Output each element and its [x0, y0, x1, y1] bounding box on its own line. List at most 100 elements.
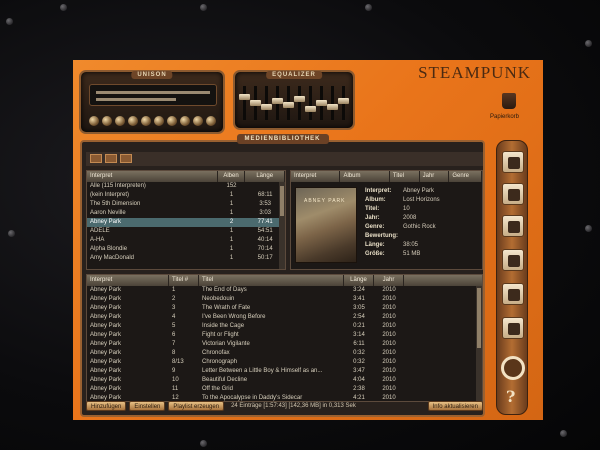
track-cell: Chronograph — [202, 359, 238, 365]
track-row[interactable]: Abney Park 4 I've Been Wrong Before 2:54 201… — [87, 313, 482, 322]
knob-icon[interactable] — [102, 116, 112, 126]
artist-cell: ADELE — [90, 228, 110, 234]
track-row[interactable]: Abney Park 8 Chronofax 0:32 2010 — [87, 349, 482, 358]
artist-row[interactable]: Amy MacDonald 1 50:17 — [87, 254, 285, 263]
detail-value: 38:05 — [403, 242, 419, 248]
album-details: Interpret: Abney Park Album: Lost Horizons T… — [365, 187, 480, 259]
knob-icon[interactable] — [89, 116, 99, 126]
eq-slider[interactable] — [272, 86, 283, 120]
detail-row: Größe: 51 MB — [365, 250, 480, 259]
view-grid-icon[interactable] — [105, 154, 117, 163]
track-row[interactable]: Abney Park 5 Inside the Cage 0:21 2010 — [87, 322, 482, 331]
column-header[interactable]: Interpret — [87, 275, 169, 286]
eq-slider[interactable] — [239, 86, 250, 120]
puzzle-icon[interactable] — [502, 283, 524, 305]
library-summary: 24 Einträge [1:57:43] [142,36 MB] in 0,3… — [231, 402, 356, 409]
track-cell: Abney Park — [90, 377, 122, 383]
photo-icon[interactable] — [502, 183, 524, 205]
app-window: STEAMPUNK UNISON EQUALIZER MEDIENBIBLIOT… — [73, 60, 543, 420]
track-row[interactable]: Abney Park 10 Beautiful Decline 4:04 2010 — [87, 376, 482, 385]
view-tree-icon[interactable] — [120, 154, 132, 163]
track-row[interactable]: Abney Park 8/13 Chronograph 0:32 2010 — [87, 358, 482, 367]
artist-row[interactable]: ADELE 1 54:51 — [87, 227, 285, 236]
artist-scrollbar[interactable] — [279, 182, 285, 269]
track-row[interactable]: Abney Park 7 Victorian Vigilante 6:11 2010 — [87, 340, 482, 349]
settings-button[interactable]: Einstellen — [129, 400, 166, 411]
trash-icon[interactable] — [502, 93, 516, 109]
track-row[interactable]: Abney Park 11 Off the Grid 2:38 2010 — [87, 385, 482, 394]
track-cell: Abney Park — [90, 350, 122, 356]
column-header[interactable]: Länge — [344, 275, 374, 286]
track-row[interactable]: Abney Park 1 The End of Days 3:24 2010 — [87, 286, 482, 295]
library-toolbar — [86, 152, 483, 166]
track-cell: 3:05 — [353, 305, 365, 311]
eq-slider[interactable] — [294, 86, 305, 120]
track-cell: Abney Park — [90, 332, 122, 338]
eq-slider[interactable] — [261, 86, 272, 120]
column-header[interactable]: Jahr — [374, 275, 404, 286]
knob-icon[interactable] — [154, 116, 164, 126]
column-header[interactable]: Alben — [218, 171, 246, 182]
ring-icon[interactable] — [501, 356, 525, 380]
track-scrollbar[interactable] — [476, 286, 482, 401]
music-icon[interactable] — [502, 215, 524, 237]
knob-icon[interactable] — [206, 116, 216, 126]
knob-icon[interactable] — [141, 116, 151, 126]
column-header[interactable]: Länge — [245, 171, 285, 182]
track-cell: 2010 — [382, 323, 396, 329]
help-icon[interactable]: ? — [506, 387, 515, 406]
knob-icon[interactable] — [115, 116, 125, 126]
artist-cell: 1 — [229, 228, 234, 234]
view-list-icon[interactable] — [90, 154, 102, 163]
artist-row[interactable]: Aaron Neville 1 3:03 — [87, 209, 285, 218]
track-cell: Abney Park — [90, 368, 122, 374]
column-header[interactable]: Interpret — [291, 171, 341, 182]
column-header[interactable]: Interpret — [87, 171, 218, 182]
knob-icon[interactable] — [180, 116, 190, 126]
track-cell: The Wrath of Fate — [202, 305, 251, 311]
artist-row[interactable]: A-HA 1 40:14 — [87, 236, 285, 245]
eq-slider[interactable] — [250, 86, 261, 120]
detail-label: Länge: — [365, 242, 385, 248]
track-row[interactable]: Abney Park 3 The Wrath of Fate 3:05 2010 — [87, 304, 482, 313]
column-header[interactable]: Jahr — [420, 171, 450, 182]
library-title: MEDIENBIBLIOTHEK — [236, 134, 329, 144]
track-row[interactable]: Abney Park 9 Letter Between a Little Boy &… — [87, 367, 482, 376]
column-header[interactable]: Titel # — [169, 275, 199, 286]
screw-icon — [365, 4, 372, 11]
column-header[interactable]: Titel — [199, 275, 344, 286]
eq-slider[interactable] — [316, 86, 327, 120]
track-cell: Neobedouin — [202, 296, 235, 302]
artist-cell: 2 — [229, 219, 234, 225]
artist-row[interactable]: Alle (115 Interpreten) 152 — [87, 182, 285, 191]
track-cell: Abney Park — [90, 287, 122, 293]
artist-row[interactable]: Abney Park 2 77:41 — [87, 218, 285, 227]
artist-row[interactable]: (kein Interpret) 1 68:11 — [87, 191, 285, 200]
refresh-info-button[interactable]: Info aktualisieren — [427, 400, 483, 411]
column-header[interactable]: Titel — [390, 171, 420, 182]
eq-slider[interactable] — [283, 86, 294, 120]
artist-row[interactable]: The 5th Dimension 1 3:53 — [87, 200, 285, 209]
column-header[interactable]: Genre — [449, 171, 482, 182]
artist-row[interactable]: Alpha Blondie 1 70:14 — [87, 245, 285, 254]
screw-icon — [585, 40, 592, 47]
media-library-window: MEDIENBIBLIOTHEK Interpret Alben Länge A… — [80, 134, 485, 417]
knob-icon[interactable] — [193, 116, 203, 126]
tools-icon[interactable] — [502, 317, 524, 339]
trash-label: Papierkorb — [490, 114, 520, 120]
track-cell: 9 — [172, 368, 176, 374]
column-header[interactable]: Album — [340, 171, 390, 182]
add-button[interactable]: Hinzufügen — [86, 400, 127, 411]
eq-slider[interactable] — [327, 86, 338, 120]
track-row[interactable]: Abney Park 2 Neobedouin 3:41 2010 — [87, 295, 482, 304]
chair-icon[interactable] — [502, 249, 524, 271]
eq-slider[interactable] — [305, 86, 316, 120]
track-cell: Abney Park — [90, 359, 122, 365]
detail-label: Interpret: — [365, 188, 392, 194]
knob-icon[interactable] — [128, 116, 138, 126]
track-row[interactable]: Abney Park 6 Fight or Flight 3:14 2010 — [87, 331, 482, 340]
create-playlist-button[interactable]: Playlist erzeugen — [168, 400, 225, 411]
knob-icon[interactable] — [167, 116, 177, 126]
camera-icon[interactable] — [502, 151, 524, 173]
eq-slider[interactable] — [338, 86, 349, 120]
